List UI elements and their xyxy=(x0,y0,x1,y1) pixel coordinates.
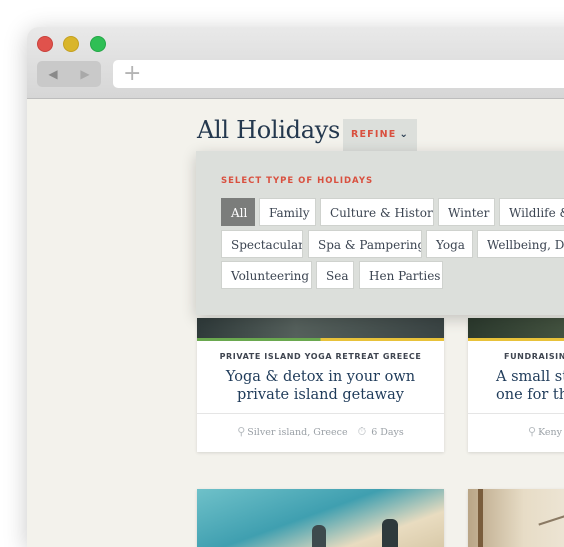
dropdown-heading: SELECT TYPE OF HOLIDAYS xyxy=(221,176,374,186)
holiday-card[interactable]: PRIVATE ISLAND YOGA RETREAT GREECE Yoga … xyxy=(197,318,444,452)
card-accent-stripe xyxy=(468,338,564,341)
filter-chip-family[interactable]: Family xyxy=(259,198,316,226)
filter-chip-winter[interactable]: Winter xyxy=(438,198,495,226)
nav-buttons: ◀ ▶ xyxy=(37,61,101,87)
card-title[interactable]: A small st one for the xyxy=(496,368,564,404)
browser-toolbar: ◀ ▶ + xyxy=(27,27,564,99)
refine-button[interactable]: REFINE ⌄ xyxy=(343,119,417,151)
filter-chip-culture-history[interactable]: Culture & History xyxy=(320,198,434,226)
back-arrow-icon[interactable]: ◀ xyxy=(37,61,69,87)
page-title: All Holidays xyxy=(197,116,340,144)
filter-chip-hen-parties[interactable]: Hen Parties xyxy=(359,261,443,289)
holiday-card-image[interactable] xyxy=(197,489,444,547)
card-divider xyxy=(468,413,564,414)
card-divider xyxy=(197,413,444,414)
card-duration: 6 Days xyxy=(371,427,404,438)
card-image xyxy=(197,318,444,338)
browser-window: ◀ ▶ + All Holidays REFINE ⌄ SELECT TYPE O… xyxy=(27,27,564,547)
minimize-window-button[interactable] xyxy=(63,36,79,52)
card-image xyxy=(468,318,564,338)
close-window-button[interactable] xyxy=(37,36,53,52)
card-location: Silver island, Greece xyxy=(247,427,348,438)
refine-dropdown-panel: SELECT TYPE OF HOLIDAYS All Family Cultu… xyxy=(196,151,564,315)
card-location: Keny xyxy=(538,427,563,438)
card-meta: ⚲ Silver island, Greece ⏱ 6 Days xyxy=(197,425,444,439)
page-content: All Holidays REFINE ⌄ SELECT TYPE OF HOLI… xyxy=(27,99,564,547)
holiday-card-image[interactable] xyxy=(468,489,564,547)
card-meta: ⚲ Keny xyxy=(528,425,564,438)
filter-chip-sea[interactable]: Sea xyxy=(316,261,354,289)
new-tab-plus-icon[interactable]: + xyxy=(123,60,141,88)
filter-chip-spectacular[interactable]: Spectacular xyxy=(221,230,303,258)
location-pin-icon: ⚲ xyxy=(237,425,246,438)
card-kicker: FUNDRAISING xyxy=(504,352,564,361)
clock-icon: ⏱ xyxy=(357,425,367,438)
filter-chip-all[interactable]: All xyxy=(221,198,255,226)
filter-chip-yoga[interactable]: Yoga xyxy=(426,230,473,258)
filter-chip-spa-pampering[interactable]: Spa & Pampering xyxy=(308,230,422,258)
holiday-card[interactable]: FUNDRAISING A small st one for the ⚲Keny xyxy=(468,318,564,452)
refine-label: REFINE xyxy=(350,129,397,140)
filter-chip-volunteering[interactable]: Volunteering xyxy=(221,261,312,289)
location-pin-icon: ⚲ xyxy=(528,425,537,438)
card-title[interactable]: Yoga & detox in your own private island … xyxy=(205,368,436,404)
address-bar[interactable]: + xyxy=(113,60,564,88)
card-accent-stripe xyxy=(197,338,444,341)
maximize-window-button[interactable] xyxy=(90,36,106,52)
chevron-down-icon: ⌄ xyxy=(399,129,410,140)
filter-chip-wildlife[interactable]: Wildlife & xyxy=(499,198,564,226)
card-kicker: PRIVATE ISLAND YOGA RETREAT GREECE xyxy=(219,352,422,361)
filter-chip-wellbeing-detox[interactable]: Wellbeing, Det xyxy=(477,230,564,258)
forward-arrow-icon[interactable]: ▶ xyxy=(69,61,101,87)
